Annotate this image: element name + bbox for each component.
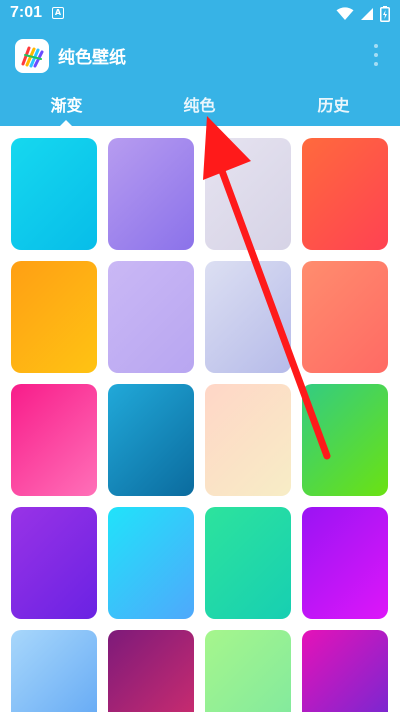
- wallpaper-swatch[interactable]: [302, 507, 388, 619]
- wallpaper-swatch[interactable]: [205, 507, 291, 619]
- wallpaper-swatch[interactable]: [108, 630, 194, 712]
- tab-bar: 渐变 纯色 历史: [0, 82, 400, 126]
- wallpaper-grid: [0, 126, 400, 712]
- app-logo-icon: [15, 39, 49, 73]
- notification-icon: A: [52, 7, 64, 19]
- wallpaper-swatch[interactable]: [302, 261, 388, 373]
- wallpaper-swatch[interactable]: [205, 138, 291, 250]
- battery-icon: [380, 6, 390, 22]
- more-options-icon[interactable]: [368, 42, 384, 68]
- wallpaper-swatch[interactable]: [302, 630, 388, 712]
- app-bar: 纯色壁纸: [0, 28, 400, 82]
- wallpaper-swatch[interactable]: [11, 630, 97, 712]
- wallpaper-swatch[interactable]: [302, 384, 388, 496]
- wallpaper-swatch[interactable]: [302, 138, 388, 250]
- wallpaper-swatch[interactable]: [108, 261, 194, 373]
- tab-gradient[interactable]: 渐变: [0, 92, 133, 116]
- wallpaper-swatch[interactable]: [108, 507, 194, 619]
- status-icons: [336, 5, 390, 23]
- wallpaper-swatch[interactable]: [11, 507, 97, 619]
- status-bar: 7:01 A: [0, 0, 400, 28]
- wallpaper-swatch[interactable]: [108, 384, 194, 496]
- wallpaper-swatch[interactable]: [108, 138, 194, 250]
- tab-solid-color[interactable]: 纯色: [133, 92, 266, 116]
- wallpaper-swatch[interactable]: [205, 630, 291, 712]
- wifi-icon: [336, 7, 354, 20]
- wallpaper-swatch[interactable]: [205, 384, 291, 496]
- wallpaper-swatch[interactable]: [11, 261, 97, 373]
- signal-icon: [361, 8, 373, 20]
- tab-history[interactable]: 历史: [267, 92, 400, 116]
- status-time: 7:01: [10, 4, 43, 21]
- wallpaper-swatch[interactable]: [11, 384, 97, 496]
- wallpaper-swatch[interactable]: [205, 261, 291, 373]
- wallpaper-swatch[interactable]: [11, 138, 97, 250]
- app-title: 纯色壁纸: [58, 48, 126, 68]
